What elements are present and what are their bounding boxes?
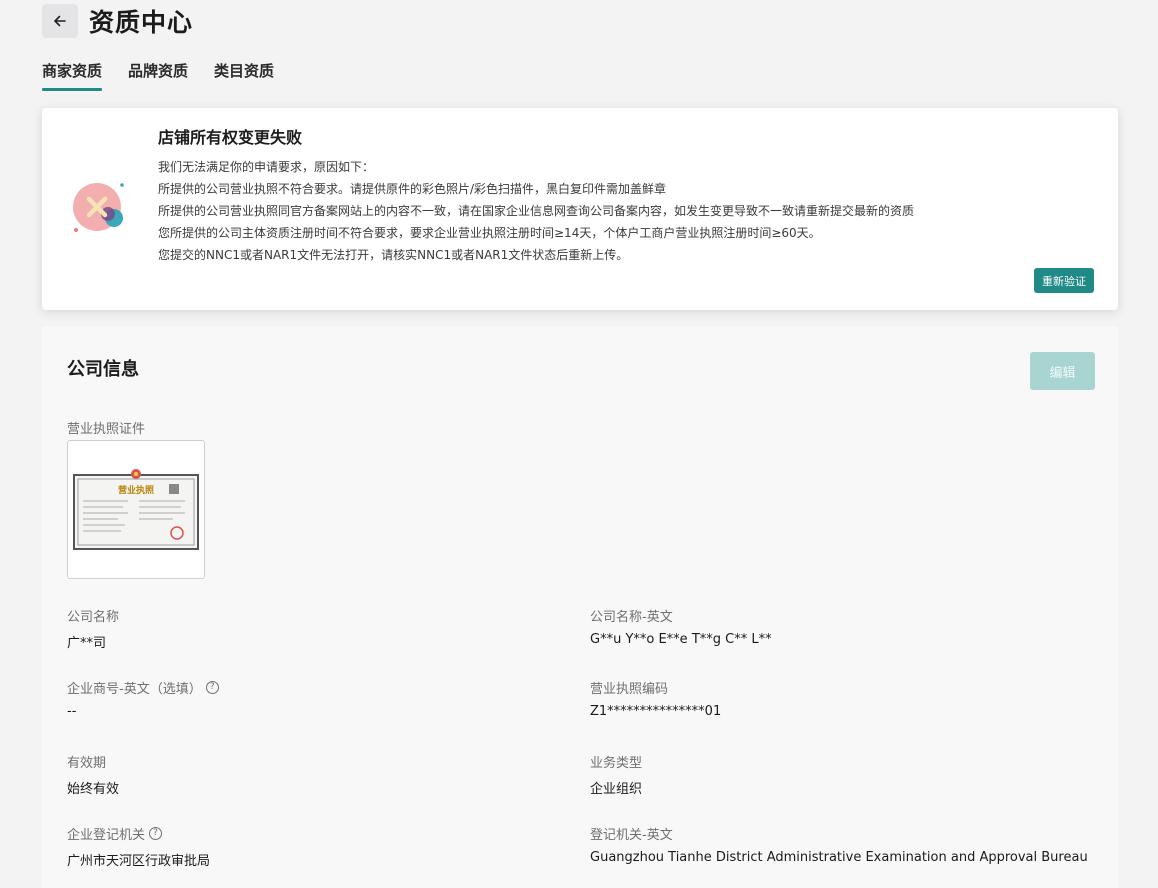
edit-button[interactable]: 编辑: [1030, 352, 1095, 390]
field-value: 企业组织: [590, 782, 643, 797]
registry-en-field: 登记机关-英文 Guangzhou Tianhe District Admini…: [590, 824, 1088, 866]
help-icon[interactable]: ?: [149, 826, 163, 840]
alert-reason-intro: 我们无法满足你的申请要求，原因如下：: [158, 160, 375, 174]
alert-reason: 所提供的公司营业执照不符合要求。请提供原件的彩色照片/彩色扫描件，黑白复印件需加…: [158, 182, 667, 196]
alert-reason: 您提交的NNC1或者NAR1文件无法打开，请核实NNC1或者NAR1文件状态后重…: [158, 248, 629, 262]
back-button[interactable]: [42, 4, 78, 38]
arrow-left-icon: [54, 15, 66, 27]
field-value: Guangzhou Tianhe District Administrative…: [590, 850, 1088, 865]
field-label: 企业登记机关 ?: [67, 824, 210, 843]
field-value: 始终有效: [67, 782, 120, 797]
tab-category-qualification[interactable]: 类目资质: [214, 60, 274, 91]
validity-field: 有效期 始终有效: [67, 752, 120, 798]
company-info-card: 公司信息 编辑 营业执照证件 营业执照 公司名称 广**司 公司名称-英文 G*…: [42, 326, 1118, 888]
qualification-tabs: 商家资质 品牌资质 类目资质: [42, 60, 300, 91]
field-value: Z1***************01: [590, 704, 722, 719]
page-header: 资质中心: [42, 3, 193, 39]
business-type-field: 业务类型 企业组织: [590, 752, 643, 798]
field-label: 公司名称-英文: [590, 609, 673, 625]
company-info-title: 公司信息: [67, 359, 139, 380]
registry-field: 企业登记机关 ? 广州市天河区行政审批局: [67, 824, 210, 869]
alert-title: 店铺所有权变更失败: [158, 128, 303, 147]
help-icon[interactable]: ?: [205, 680, 219, 694]
alert-reasons: 我们无法满足你的申请要求，原因如下： 所提供的公司营业执照不符合要求。请提供原件…: [158, 156, 914, 266]
field-value: G**u Y**o E**e T**g C** L**: [590, 632, 772, 647]
ownership-change-failed-alert: 店铺所有权变更失败 我们无法满足你的申请要求，原因如下： 所提供的公司营业执照不…: [42, 108, 1118, 310]
field-label-text: 企业登记机关: [67, 827, 146, 843]
field-label: 登记机关-英文: [590, 827, 673, 843]
field-label: 营业执照编码: [590, 681, 669, 697]
company-name-field: 公司名称 广**司: [67, 606, 120, 652]
field-label: 公司名称: [67, 609, 120, 625]
page-title: 资质中心: [89, 8, 194, 37]
error-icon: [73, 183, 124, 232]
license-label: 营业执照证件: [67, 422, 146, 437]
company-name-en-field: 公司名称-英文 G**u Y**o E**e T**g C** L**: [590, 606, 772, 648]
svg-text:营业执照: 营业执照: [118, 484, 154, 496]
tab-brand-qualification[interactable]: 品牌资质: [128, 60, 188, 91]
license-number-field: 营业执照编码 Z1***************01: [590, 678, 722, 720]
field-value: 广州市天河区行政审批局: [67, 854, 211, 869]
field-value: --: [67, 704, 77, 719]
field-value: 广**司: [67, 636, 107, 651]
business-license-image: 营业执照: [73, 468, 199, 550]
field-label: 有效期: [67, 755, 107, 771]
tab-merchant-qualification[interactable]: 商家资质: [42, 60, 103, 91]
alert-reason: 所提供的公司营业执照同官方备案网站上的内容不一致，请在国家企业信息网查询公司备案…: [158, 204, 915, 218]
field-label: 业务类型: [590, 755, 643, 771]
field-label-text: 企业商号-英文（选填）: [67, 681, 202, 697]
field-label: 企业商号-英文（选填） ?: [67, 678, 219, 697]
alert-reason: 您所提供的公司主体资质注册时间不符合要求，要求企业营业执照注册时间≥14天，个体…: [158, 226, 821, 240]
reverify-button[interactable]: 重新验证: [1034, 268, 1094, 293]
trade-name-en-field: 企业商号-英文（选填） ? --: [67, 678, 219, 719]
business-license-thumbnail[interactable]: 营业执照: [67, 440, 205, 579]
